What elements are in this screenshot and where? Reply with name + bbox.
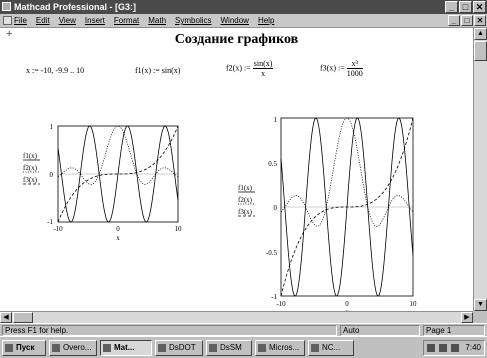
plot-large[interactable]: f1(x) f2(x) f3(x) 1 0.5 0 -0.5 -1 -10 0 … [235,116,425,316]
menu-help[interactable]: Help [258,15,274,26]
network-icon[interactable] [451,344,459,352]
status-bar: Press F1 for help. Auto Page 1 [0,323,487,337]
ytick-1: 1 [50,123,54,131]
legend-f1: f1(x) [23,152,38,160]
f2-numerator: sin(x) [252,59,274,69]
ytick-0: 0 [274,204,278,212]
menu-file[interactable]: File [14,15,27,26]
vertical-scroll-thumb[interactable] [474,41,487,61]
menu-view[interactable]: View [59,15,76,26]
range-definition[interactable]: x := -10, -9.9 .. 10 [26,66,84,75]
xtick-neg10: -10 [53,225,63,233]
close-button[interactable]: ✕ [473,1,486,13]
legend-f2: f2(x) [23,164,38,172]
xtick-10: 10 [410,300,418,308]
keyboard-layout-icon[interactable] [427,344,435,352]
ytick-0.5: 0.5 [268,160,277,168]
app-icon [258,344,266,352]
scroll-left-icon[interactable]: ◀ [0,312,12,323]
legend-f3: f3(x) [238,208,253,216]
taskbar-item-3[interactable]: DsDOT [155,340,203,356]
f2-def-lhs: f2(x) := [226,63,251,73]
xtick-neg10: -10 [276,300,286,308]
menu-format[interactable]: Format [114,15,139,26]
minimize-button[interactable]: _ [445,1,458,13]
windows-logo-icon [5,344,13,352]
doc-restore-button[interactable]: □ [461,15,473,26]
xtick-10: 10 [175,225,183,233]
horizontal-scrollbar[interactable]: ◀ ▶ [0,311,473,323]
start-button[interactable]: Пуск [2,340,46,356]
menu-math[interactable]: Math [148,15,166,26]
window-controls: _ □ ✕ [445,1,486,13]
taskbar-item-5[interactable]: Micros... [255,340,305,356]
taskbar: Пуск Overo... Mat... DsDOT DsSM Micros..… [0,336,487,358]
document-controls: _ □ ✕ [448,15,486,26]
f1-def-lhs: f1(x) [135,66,151,75]
taskbar-item-4[interactable]: DsSM [206,340,252,356]
f1-definition[interactable]: f1(x) := sin(x) [135,66,180,75]
doc-close-button[interactable]: ✕ [474,15,486,26]
f3-fraction: x³ 1000 [346,59,363,78]
horizontal-scroll-thumb[interactable] [13,312,33,323]
taskbar-item-1[interactable]: Overo... [49,340,97,356]
xtick-0: 0 [345,300,349,308]
mathcad-icon [103,344,111,352]
app-icon [311,344,319,352]
document-icon[interactable] [3,16,12,25]
taskbar-item-label: DsSM [220,343,242,352]
menu-symbolics[interactable]: Symbolics [175,15,211,26]
ytick-neg0.5: -0.5 [266,249,278,257]
vertical-scrollbar[interactable]: ▲ ▼ [473,28,487,311]
start-label: Пуск [16,343,35,352]
scroll-down-icon[interactable]: ▼ [474,299,487,311]
mathcad-app-icon[interactable] [2,2,11,11]
app-icon [158,344,166,352]
f3-denominator: 1000 [346,69,363,78]
menu-edit[interactable]: Edit [36,15,50,26]
taskbar-item-label: Mat... [114,343,135,352]
f3-definition[interactable]: f3(x) := x³ 1000 [320,59,363,78]
taskbar-item-mathcad[interactable]: Mat... [100,340,152,356]
maximize-button[interactable]: □ [459,1,472,13]
taskbar-item-label: NC... [322,343,341,352]
worksheet[interactable]: + Создание графиков x := -10, -9.9 .. 10… [0,28,473,316]
taskbar-item-label: Overo... [63,343,92,352]
ytick-1: 1 [274,116,278,124]
app-icon [209,344,217,352]
menu-insert[interactable]: Insert [85,15,105,26]
f1-def-rhs: := sin(x) [153,66,181,75]
legend-f1: f1(x) [238,184,253,192]
app-icon [52,344,60,352]
status-page: Page 1 [423,325,485,336]
scroll-up-icon[interactable]: ▲ [474,28,487,40]
taskbar-item-label: Micros... [269,343,300,352]
system-tray: 7:40 [423,340,485,356]
window-title: Mathcad Professional - [G3:] [14,2,137,12]
doc-minimize-button[interactable]: _ [448,15,460,26]
worksheet-heading[interactable]: Создание графиков [0,32,473,48]
taskbar-item-6[interactable]: NC... [308,340,354,356]
speaker-icon[interactable] [439,344,447,352]
taskbar-item-label: DsDOT [169,343,196,352]
f2-definition[interactable]: f2(x) := sin(x) x [226,59,274,78]
legend-f2: f2(x) [238,196,253,204]
menu-bar: File Edit View Insert Format Math Symbol… [0,14,487,28]
plot-small[interactable]: f1(x) f2(x) f3(x) 1 0 -1 -10 0 10 x [20,118,190,248]
xtick-0: 0 [116,225,120,233]
f3-def-lhs: f3(x) := [320,63,345,73]
legend-f3: f3(x) [23,176,38,184]
f2-denominator: x [261,69,266,78]
ytick-0: 0 [50,171,54,179]
xlabel: x [116,234,120,242]
status-help: Press F1 for help. [2,325,337,336]
menu-window[interactable]: Window [221,15,249,26]
scroll-right-icon[interactable]: ▶ [461,312,473,323]
status-mode: Auto [340,325,420,336]
f2-fraction: sin(x) x [252,59,274,78]
clock: 7:40 [465,343,481,352]
f3-numerator: x³ [346,59,363,69]
title-bar: Mathcad Professional - [G3:] _ □ ✕ [0,0,487,14]
